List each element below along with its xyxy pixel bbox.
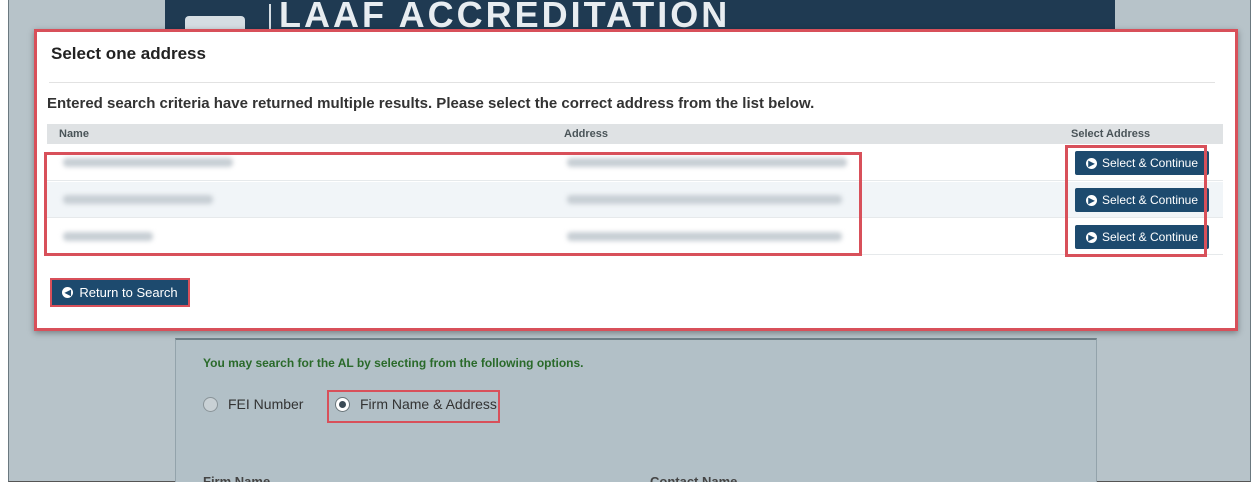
column-address: Address [564,128,609,140]
return-to-search-button[interactable]: ◀ Return to Search [50,278,190,307]
circle-arrow-left-icon: ◀ [62,287,74,298]
button-label: Return to Search [79,285,178,300]
firm-name-label: Firm Name [203,474,271,482]
highlight-results [44,152,862,256]
modal-message: Entered search criteria have returned mu… [47,95,815,112]
modal-divider [49,82,1215,83]
radio-button[interactable] [203,396,218,412]
column-name: Name [59,128,89,140]
highlight-select-buttons [1065,145,1207,257]
select-address-modal: Select one address Entered search criter… [34,29,1238,331]
contact-name-label: Contact Name [650,474,738,482]
modal-title: Select one address [51,44,206,63]
search-hint: You may search for the AL by selecting f… [203,356,584,370]
radio-label: FEI Number [228,396,304,412]
column-select-address: Select Address [1071,128,1151,140]
results-table-header: Name Address Select Address [47,124,1223,144]
radio-fei-number[interactable]: FEI Number [203,396,303,412]
highlight-firm-radio [327,390,500,423]
